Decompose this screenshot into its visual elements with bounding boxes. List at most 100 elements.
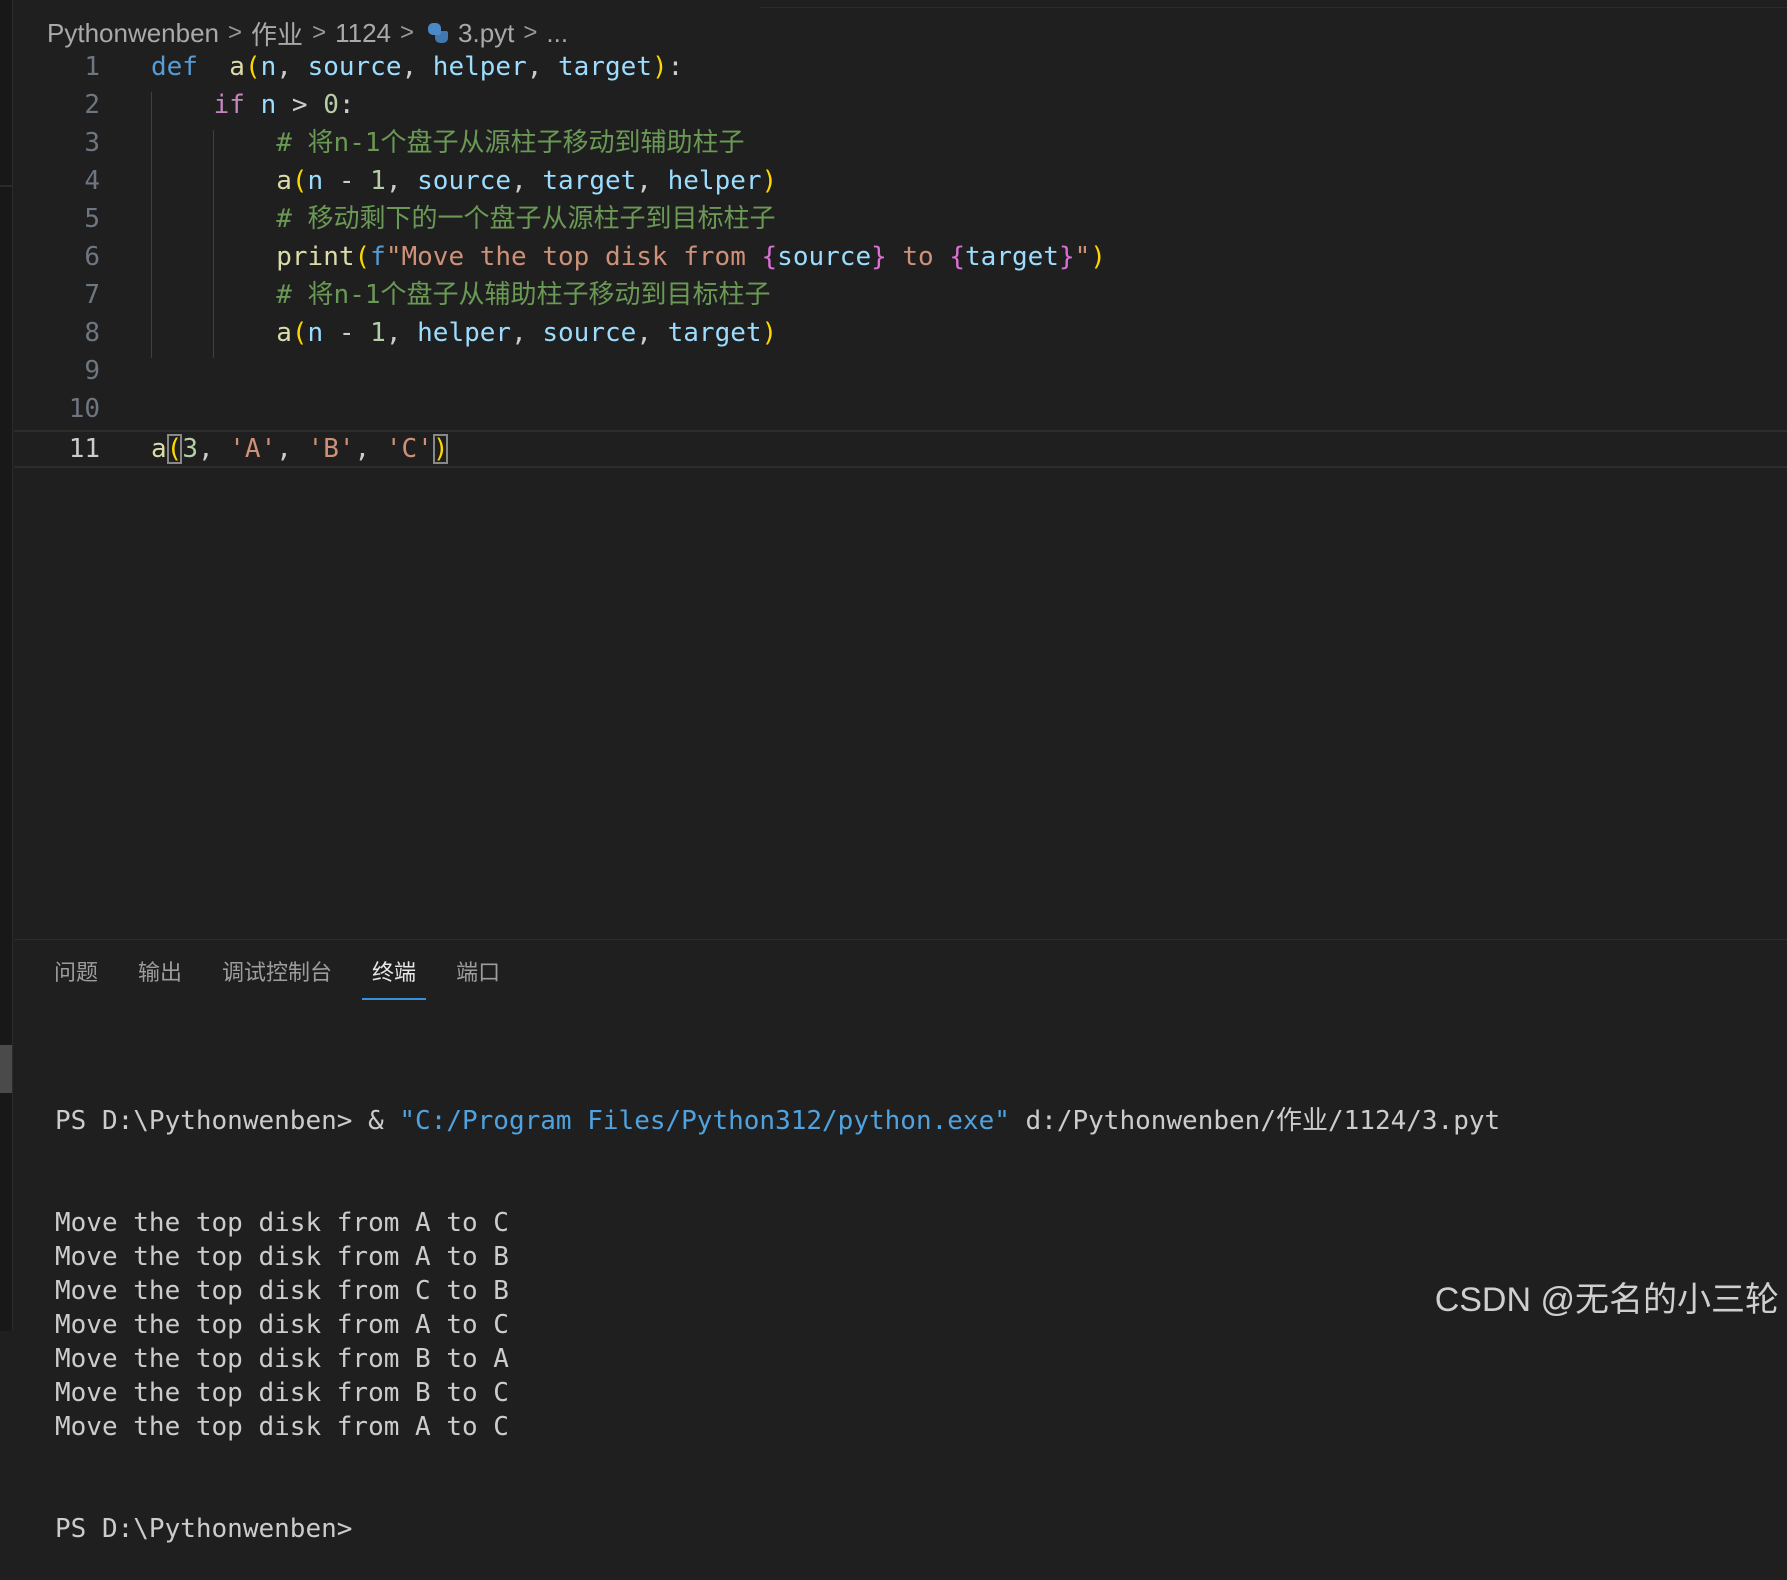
code-line[interactable]: 2 if n > 0: (14, 86, 1787, 124)
panel-tab[interactable]: 终端 (352, 950, 436, 1000)
line-number: 7 (84, 280, 100, 310)
line-number: 5 (84, 204, 100, 234)
code-token: print (276, 242, 355, 272)
terminal-exe-path: "C:/Program Files/Python312/python.exe" (399, 1106, 1010, 1136)
code-token: if (213, 90, 245, 120)
code-line[interactable]: 6 print(f"Move the top disk from {source… (14, 238, 1787, 276)
code-token: , (354, 434, 386, 464)
code-token: ) (761, 318, 778, 348)
code-token: 'A' (229, 434, 277, 464)
code-token: ( (244, 52, 261, 82)
code-token: , (276, 52, 308, 82)
code-token: : (338, 90, 355, 120)
terminal-output: Move the top disk from A to C Move the to… (55, 1206, 1767, 1444)
code-token: ) (432, 434, 449, 464)
code-token: , (385, 318, 418, 348)
code-token: 0 (323, 90, 339, 120)
line-number: 1 (84, 52, 100, 82)
code-token: def (151, 52, 198, 82)
code-token: target (965, 242, 1059, 272)
line-number: 3 (84, 128, 100, 158)
code-token: helper (417, 318, 512, 348)
watermark: CSDN @无名的小三轮 (1434, 1281, 1779, 1319)
code-content: a(n - 1, helper, source, target) (151, 314, 777, 352)
panel-tab[interactable]: 输出 (118, 950, 202, 996)
code-token: # 移动剩下的一个盘子从源柱子到目标柱子 (276, 204, 776, 234)
code-token: ( (291, 166, 308, 196)
panel-tab[interactable]: 端口 (436, 950, 520, 996)
code-token: ) (1090, 242, 1106, 272)
chevron-right-icon: > (523, 19, 538, 46)
code-token: 1 (370, 318, 386, 348)
code-line[interactable]: 1 def a(n, source, helper, target): (14, 48, 1787, 86)
code-token: 'C' (385, 434, 433, 464)
line-number: 6 (84, 242, 100, 272)
code-token: helper (667, 166, 762, 196)
code-token: ( (354, 242, 371, 272)
code-token: source (777, 242, 872, 272)
code-token: ) (651, 52, 668, 82)
code-token: target (558, 52, 652, 82)
code-token: # 将n-1个盘子从辅助柱子移动到目标柱子 (276, 280, 771, 310)
code-token: } (871, 242, 887, 272)
code-line[interactable]: 9 (14, 352, 1787, 390)
code-token: target (542, 166, 637, 196)
code-token: # 将n-1个盘子从源柱子移动到辅助柱子 (276, 128, 745, 158)
code-content: a(3, 'A', 'B', 'C') (151, 432, 449, 466)
terminal-output-line: Move the top disk from B to C (55, 1378, 509, 1408)
code-line[interactable]: 11 a(3, 'A', 'B', 'C') (14, 430, 1787, 468)
code-token: - (323, 318, 371, 348)
code-line[interactable]: 5 # 移动剩下的一个盘子从源柱子到目标柱子 (14, 200, 1787, 238)
code-token: ) (761, 166, 778, 196)
panel-tab[interactable]: 调试控制台 (202, 950, 352, 996)
code-line[interactable]: 8 a(n - 1, helper, source, target) (14, 314, 1787, 352)
code-line[interactable]: 3 # 将n-1个盘子从源柱子移动到辅助柱子 (14, 124, 1787, 162)
code-token: 3 (182, 434, 198, 464)
code-line[interactable]: 4 a(n - 1, source, target, helper) (14, 162, 1787, 200)
code-token: > (276, 90, 324, 120)
code-token: { (761, 242, 778, 272)
code-content: def a(n, source, helper, target): (151, 48, 683, 86)
line-number: 4 (84, 166, 100, 196)
code-token: , (385, 166, 418, 196)
terminal-output-line: Move the top disk from A to C (55, 1208, 509, 1238)
breadcrumb-item-subfolder[interactable]: 作业 (251, 15, 303, 52)
panel-divider (14, 939, 1787, 940)
code-line[interactable]: 7 # 将n-1个盘子从辅助柱子移动到目标柱子 (14, 276, 1787, 314)
breadcrumb-item-symbols[interactable]: ... (546, 18, 568, 49)
code-content: # 将n-1个盘子从源柱子移动到辅助柱子 (151, 124, 745, 162)
code-token: ( (166, 434, 183, 464)
code-token: { (949, 242, 966, 272)
code-token: , (401, 52, 433, 82)
code-token: a (276, 166, 292, 196)
chevron-right-icon: > (228, 19, 243, 46)
scroll-indicator (0, 1045, 12, 1093)
code-token: - (323, 166, 371, 196)
code-content: print(f"Move the top disk from {source} … (151, 238, 1106, 276)
code-line[interactable]: 10 (14, 390, 1787, 428)
line-number: 8 (84, 318, 100, 348)
line-number: 9 (84, 356, 100, 386)
terminal-output-line: Move the top disk from B to A (55, 1344, 509, 1374)
code-content: if n > 0: (151, 86, 355, 124)
code-token: , (526, 52, 559, 82)
code-token: 1 (370, 166, 386, 196)
activity-bar-edge (0, 0, 13, 1331)
panel-tab[interactable]: 问题 (14, 950, 118, 996)
breadcrumb-item-subfolder-2[interactable]: 1124 (335, 18, 391, 49)
code-content: # 移动剩下的一个盘子从源柱子到目标柱子 (151, 200, 776, 238)
code-token: , (197, 434, 230, 464)
breadcrumb-item-file[interactable]: 3.pyt (458, 18, 514, 49)
code-editor[interactable]: 1 def a(n, source, helper, target): 2 if n… (14, 52, 1787, 937)
breadcrumb-item-folder[interactable]: Pythonwenben (47, 18, 219, 49)
line-number: 2 (84, 90, 100, 120)
terminal-output-line: Move the top disk from A to C (55, 1412, 509, 1442)
code-token: , (511, 166, 543, 196)
chevron-right-icon: > (400, 19, 415, 46)
code-token: a (151, 434, 167, 464)
